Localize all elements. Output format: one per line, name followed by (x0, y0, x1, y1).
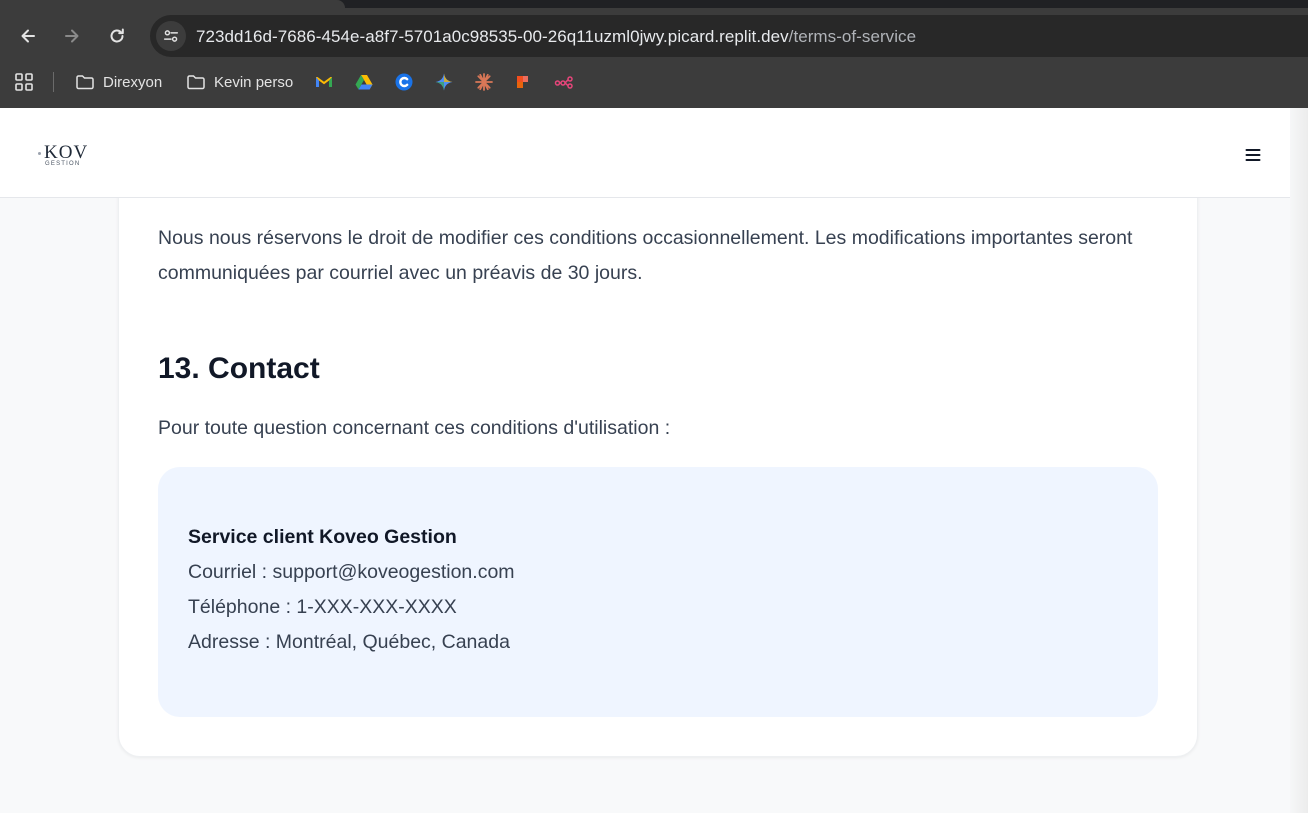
address-bar[interactable]: 723dd16d-7686-454e-a8f7-5701a0c98535-00-… (150, 15, 1308, 57)
browser-toolbar: 723dd16d-7686-454e-a8f7-5701a0c98535-00-… (0, 8, 1308, 64)
bookmarks-bar: Direxyon Kevin perso (0, 64, 1308, 100)
site-header: KOV GESTION (0, 108, 1290, 198)
bookmark-gmail[interactable] (314, 64, 334, 100)
folder-icon (187, 75, 205, 90)
bookmark-label: Direxyon (103, 73, 163, 91)
contact-title: Service client Koveo Gestion (188, 526, 457, 548)
back-button[interactable] (12, 20, 44, 52)
site-info-button[interactable] (156, 21, 186, 51)
browser-chrome: 723dd16d-7686-454e-a8f7-5701a0c98535-00-… (0, 0, 1308, 108)
bookmark-workflow[interactable] (554, 64, 574, 100)
bookmark-c-app[interactable] (394, 64, 414, 100)
page-content: Nous nous réservons le droit de modifier… (0, 198, 1290, 813)
scrollbar-track[interactable] (1290, 108, 1308, 813)
logo-tagline: GESTION (45, 161, 81, 167)
logo-dot (38, 152, 41, 155)
c-app-icon (395, 73, 413, 91)
reload-icon (110, 28, 124, 43)
workflow-icon (554, 76, 573, 89)
bookmark-direxyon[interactable]: Direxyon (75, 64, 162, 100)
bookmark-label: Kevin perso (214, 73, 294, 91)
page-viewport: Nous nous réservons le droit de modifier… (0, 198, 1290, 813)
forward-button[interactable] (56, 20, 88, 52)
menu-button[interactable] (1240, 142, 1266, 168)
gmail-icon (316, 77, 332, 87)
bookmark-gemini[interactable] (434, 64, 454, 100)
contact-info-box: Service client Koveo Gestion Courriel : … (158, 467, 1158, 717)
contact-intro-text: Pour toute question concernant ces condi… (158, 417, 671, 439)
hamburger-menu-icon (1245, 149, 1261, 161)
tab-strip (0, 0, 1308, 8)
bookmark-google-drive[interactable] (354, 64, 374, 100)
contact-address: Adresse : Montréal, Québec, Canada (188, 631, 510, 653)
site-logo[interactable]: KOV GESTION (36, 142, 92, 172)
url-path: /terms-of-service (788, 27, 917, 46)
tune-icon (163, 30, 179, 42)
contact-email[interactable]: Courriel : support@koveogestion.com (188, 561, 515, 584)
bookmarks-divider (53, 72, 54, 92)
bookmark-claude[interactable] (474, 64, 494, 100)
bookmark-kevin-perso[interactable]: Kevin perso (186, 64, 293, 100)
section-heading-contact: 13. Contact (158, 352, 320, 385)
claude-icon (475, 73, 493, 91)
bookmark-figma[interactable] (514, 64, 534, 100)
figma-icon (517, 76, 528, 88)
arrow-right-icon (65, 29, 79, 43)
folder-icon (76, 75, 94, 90)
arrow-left-icon (21, 29, 35, 43)
apps-button[interactable] (14, 64, 34, 100)
url-host: 723dd16d-7686-454e-a8f7-5701a0c98535-00-… (196, 27, 789, 46)
reload-button[interactable] (101, 20, 133, 52)
contact-phone[interactable]: Téléphone : 1-XXX-XXX-XXXX (188, 596, 457, 619)
gemini-icon (435, 73, 453, 91)
apps-grid-icon (15, 73, 33, 91)
google-drive-icon (355, 75, 373, 90)
modifications-paragraph: Nous nous réservons le droit de modifier… (158, 227, 1133, 284)
url-text[interactable]: 723dd16d-7686-454e-a8f7-5701a0c98535-00-… (196, 27, 916, 47)
active-tab[interactable] (0, 0, 345, 8)
